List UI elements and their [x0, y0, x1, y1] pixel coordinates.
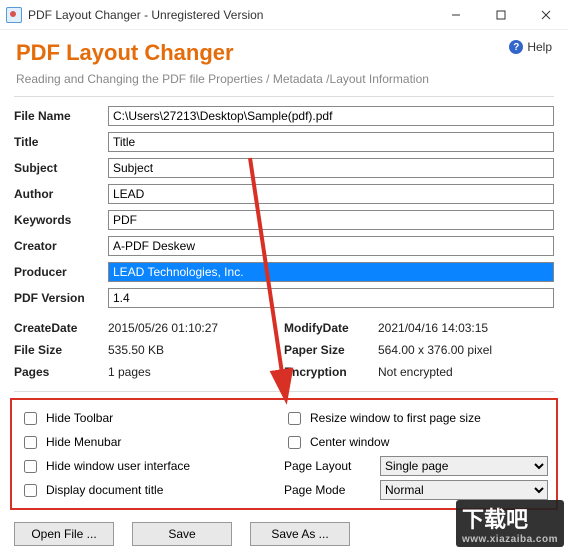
- display-doc-title-label: Display document title: [46, 483, 163, 497]
- file-name-input[interactable]: [108, 106, 554, 126]
- filesize-label: File Size: [14, 343, 108, 357]
- modifydate-value: 2021/04/16 14:03:15: [378, 321, 488, 335]
- subject-label: Subject: [14, 161, 108, 175]
- papersize-label: Paper Size: [284, 343, 378, 357]
- minimize-button[interactable]: [433, 0, 478, 30]
- subject-input[interactable]: [108, 158, 554, 178]
- hide-wui-label: Hide window user interface: [46, 459, 190, 473]
- open-file-button[interactable]: Open File ...: [14, 522, 114, 546]
- help-icon: ?: [509, 40, 523, 54]
- file-name-label: File Name: [14, 109, 108, 123]
- help-link[interactable]: ? Help: [509, 40, 552, 54]
- papersize-value: 564.00 x 376.00 pixel: [378, 343, 492, 357]
- watermark: 下载吧 www.xiazaiba.com: [456, 500, 564, 547]
- app-icon: [6, 7, 22, 23]
- author-input[interactable]: [108, 184, 554, 204]
- creator-input[interactable]: [108, 236, 554, 256]
- hide-menubar-checkbox[interactable]: [24, 436, 37, 449]
- producer-label: Producer: [14, 265, 108, 279]
- page-mode-select[interactable]: Normal: [380, 480, 548, 500]
- createdate-label: CreateDate: [14, 321, 108, 335]
- encryption-value: Not encrypted: [378, 365, 453, 379]
- pdfversion-input[interactable]: [108, 288, 554, 308]
- hide-toolbar-label: Hide Toolbar: [46, 411, 113, 425]
- center-window-checkbox[interactable]: [288, 436, 301, 449]
- save-button[interactable]: Save: [132, 522, 232, 546]
- pages-value: 1 pages: [108, 365, 151, 379]
- center-window-label: Center window: [310, 435, 389, 449]
- resize-window-checkbox[interactable]: [288, 412, 301, 425]
- createdate-value: 2015/05/26 01:10:27: [108, 321, 218, 335]
- display-doc-title-checkbox[interactable]: [24, 484, 37, 497]
- tagline: Reading and Changing the PDF file Proper…: [16, 72, 552, 86]
- info-panel: CreateDate 2015/05/26 01:10:27 ModifyDat…: [0, 313, 568, 391]
- options-panel: Hide Toolbar Hide Menubar Hide window us…: [10, 398, 558, 510]
- properties-panel: File Name Title Subject Author Keywords …: [0, 97, 568, 313]
- watermark-main: 下载吧: [462, 507, 528, 532]
- title-label: Title: [14, 135, 108, 149]
- save-as-button[interactable]: Save As ...: [250, 522, 350, 546]
- hide-wui-checkbox[interactable]: [24, 460, 37, 473]
- keywords-label: Keywords: [14, 213, 108, 227]
- titlebar: PDF Layout Changer - Unregistered Versio…: [0, 0, 568, 30]
- keywords-input[interactable]: [108, 210, 554, 230]
- page-layout-label: Page Layout: [284, 459, 374, 473]
- header: PDF Layout Changer ? Help: [0, 30, 568, 72]
- producer-input[interactable]: [108, 262, 554, 282]
- maximize-button[interactable]: [478, 0, 523, 30]
- author-label: Author: [14, 187, 108, 201]
- close-button[interactable]: [523, 0, 568, 30]
- help-label: Help: [527, 40, 552, 54]
- filesize-value: 535.50 KB: [108, 343, 164, 357]
- app-brand: PDF Layout Changer: [16, 40, 234, 66]
- pages-label: Pages: [14, 365, 108, 379]
- window-title: PDF Layout Changer - Unregistered Versio…: [28, 8, 433, 22]
- resize-window-label: Resize window to first page size: [310, 411, 481, 425]
- hide-toolbar-checkbox[interactable]: [24, 412, 37, 425]
- page-mode-label: Page Mode: [284, 483, 374, 497]
- encryption-label: Encryption: [284, 365, 378, 379]
- watermark-sub: www.xiazaiba.com: [462, 534, 558, 545]
- title-input[interactable]: [108, 132, 554, 152]
- hide-menubar-label: Hide Menubar: [46, 435, 121, 449]
- creator-label: Creator: [14, 239, 108, 253]
- page-layout-select[interactable]: Single page: [380, 456, 548, 476]
- modifydate-label: ModifyDate: [284, 321, 378, 335]
- separator-2: [14, 391, 554, 392]
- pdfversion-label: PDF Version: [14, 291, 108, 305]
